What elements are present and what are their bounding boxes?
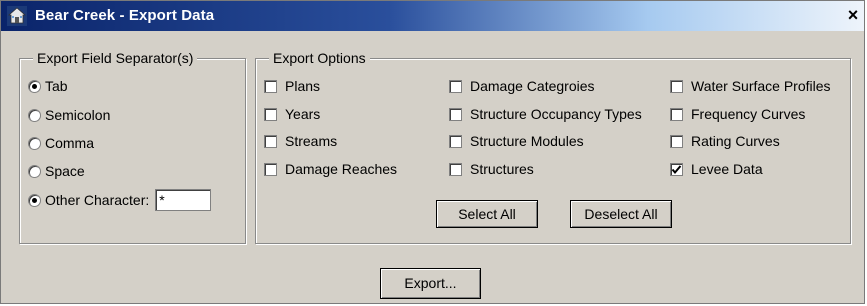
checkbox-streams-label: Streams: [285, 133, 338, 149]
checkbox-structure-occupancy-types-box[interactable]: [449, 107, 462, 121]
radio-space-label: Space: [45, 163, 85, 179]
select-all-button[interactable]: Select All: [436, 200, 538, 228]
checkbox-years-label: Years: [285, 106, 321, 122]
checkbox-levee-data-label: Levee Data: [691, 161, 763, 177]
checkbox-rating-curves[interactable]: Rating Curves: [670, 131, 780, 151]
checkmark-icon: [671, 164, 682, 174]
checkbox-damage-reaches[interactable]: Damage Reaches: [264, 159, 397, 179]
checkbox-years[interactable]: Years: [264, 104, 320, 124]
checkbox-damage-reaches-label: Damage Reaches: [285, 161, 398, 177]
checkbox-levee-data-box[interactable]: [670, 162, 683, 176]
checkbox-plans[interactable]: Plans: [264, 76, 320, 96]
checkbox-structure-occupancy-types[interactable]: Structure Occupancy Types: [449, 104, 642, 124]
checkbox-frequency-curves-label: Frequency Curves: [691, 106, 806, 122]
title-bar[interactable]: Bear Creek - Export Data ×: [1, 1, 864, 31]
checkbox-plans-label: Plans: [285, 78, 321, 94]
checkbox-levee-data[interactable]: Levee Data: [670, 159, 763, 179]
checkbox-damage-categories-label: Damage Categroies: [470, 78, 595, 94]
separator-group-legend: Export Field Separator(s): [33, 50, 198, 66]
deselect-all-button[interactable]: Deselect All: [570, 200, 672, 228]
checkbox-structures-label: Structures: [470, 161, 534, 177]
checkbox-plans-box[interactable]: [264, 79, 277, 93]
radio-space[interactable]: Space: [28, 161, 85, 181]
export-data-window: Bear Creek - Export Data × Export Field …: [0, 0, 865, 304]
checkbox-water-surface-profiles[interactable]: Water Surface Profiles: [670, 76, 831, 96]
checkbox-structures-box[interactable]: [449, 162, 462, 176]
checkbox-structure-modules[interactable]: Structure Modules: [449, 131, 584, 151]
radio-tab[interactable]: Tab: [28, 76, 68, 96]
other-character-input[interactable]: [155, 189, 212, 211]
export-button[interactable]: Export...: [380, 268, 481, 299]
checkbox-damage-reaches-box[interactable]: [264, 162, 277, 176]
checkbox-damage-categories-box[interactable]: [449, 79, 462, 93]
checkbox-years-box[interactable]: [264, 107, 277, 121]
radio-tab-label: Tab: [45, 78, 68, 94]
radio-comma-indicator[interactable]: [28, 136, 41, 150]
radio-tab-indicator[interactable]: [28, 79, 41, 93]
house-icon: [7, 6, 27, 26]
window-title: Bear Creek - Export Data: [35, 7, 215, 24]
checkbox-water-surface-profiles-label: Water Surface Profiles: [691, 78, 831, 94]
radio-other-character[interactable]: Other Character:: [28, 188, 212, 212]
radio-space-indicator[interactable]: [28, 164, 41, 178]
radio-semicolon[interactable]: Semicolon: [28, 105, 110, 125]
checkbox-frequency-curves[interactable]: Frequency Curves: [670, 104, 805, 124]
radio-comma-label: Comma: [45, 135, 95, 151]
checkbox-structures[interactable]: Structures: [449, 159, 534, 179]
checkbox-structure-modules-label: Structure Modules: [470, 133, 584, 149]
checkbox-streams-box[interactable]: [264, 134, 277, 148]
checkbox-frequency-curves-box[interactable]: [670, 107, 683, 121]
radio-other-character-label: Other Character:: [45, 192, 150, 208]
checkbox-water-surface-profiles-box[interactable]: [670, 79, 683, 93]
export-options-group: Export Options Plans Years Streams Damag…: [255, 50, 851, 244]
checkbox-rating-curves-label: Rating Curves: [691, 133, 780, 149]
radio-comma[interactable]: Comma: [28, 133, 94, 153]
close-button[interactable]: ×: [845, 6, 861, 24]
checkbox-rating-curves-box[interactable]: [670, 134, 683, 148]
radio-other-character-indicator[interactable]: [28, 193, 41, 207]
checkbox-streams[interactable]: Streams: [264, 131, 337, 151]
export-options-legend: Export Options: [269, 50, 370, 66]
checkbox-structure-occupancy-types-label: Structure Occupancy Types: [470, 106, 642, 122]
checkbox-structure-modules-box[interactable]: [449, 134, 462, 148]
radio-semicolon-label: Semicolon: [45, 107, 111, 123]
checkbox-damage-categories[interactable]: Damage Categroies: [449, 76, 595, 96]
separator-group: Export Field Separator(s) Tab Semicolon …: [19, 50, 246, 244]
radio-semicolon-indicator[interactable]: [28, 108, 41, 122]
